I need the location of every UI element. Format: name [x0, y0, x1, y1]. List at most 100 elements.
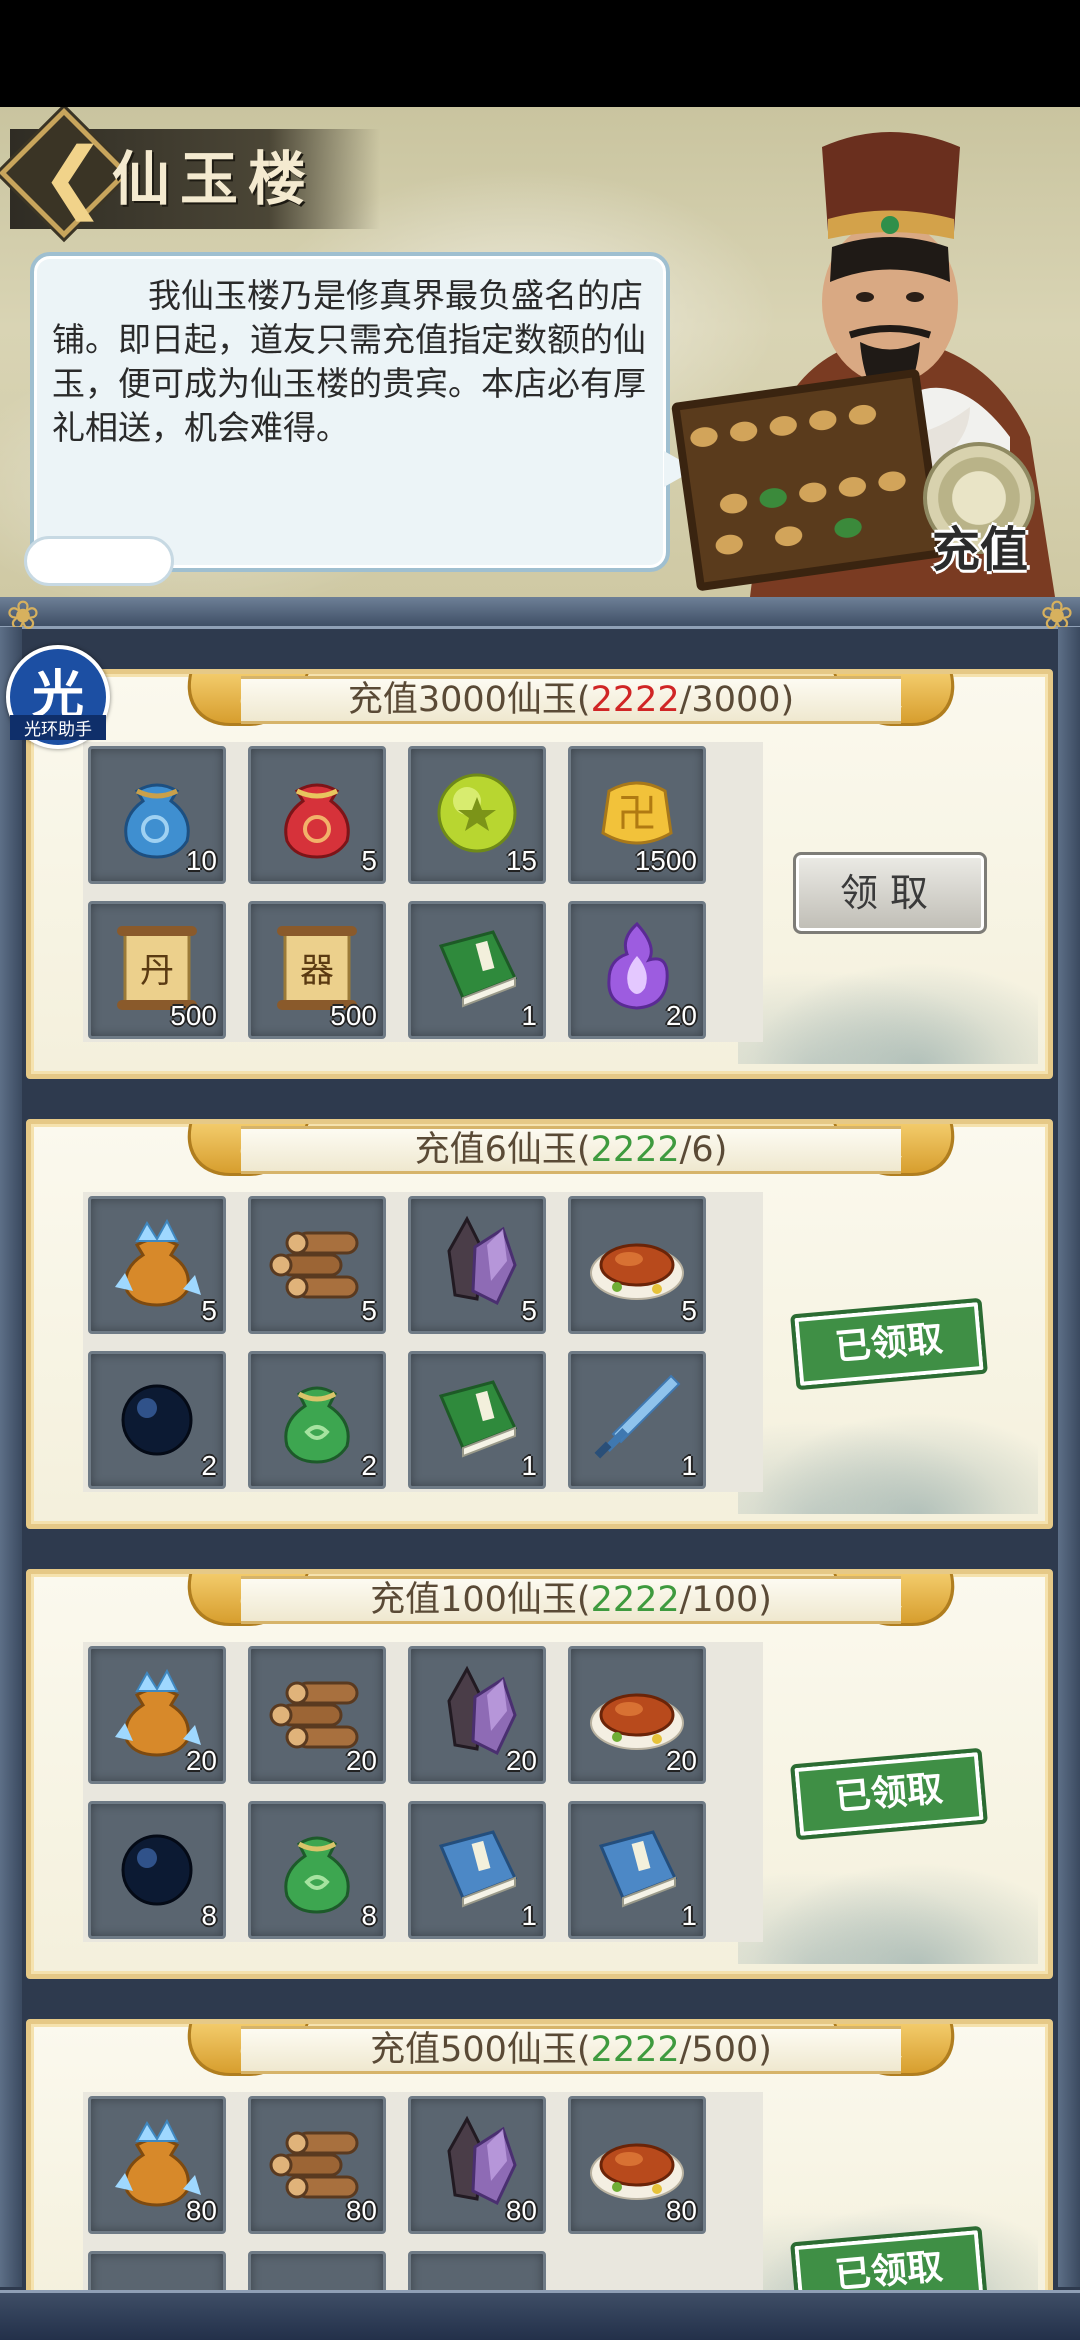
assistant-label[interactable]: 光环助手 — [10, 715, 106, 740]
item-count: 5 — [521, 1295, 537, 1326]
status-bar — [0, 0, 1080, 107]
item-count: 5 — [361, 845, 377, 876]
tier-title-prefix: 充值100仙玉( — [370, 1580, 591, 1620]
reward-item-slot[interactable]: 卍 1500 — [568, 746, 706, 884]
dark-orb-icon[interactable] — [107, 1366, 207, 1466]
item-count: 15 — [505, 845, 537, 876]
blue-book-icon[interactable] — [587, 1816, 687, 1916]
tier-title: 充值500仙玉(2222/500) — [241, 2026, 901, 2074]
item-count: 5 — [201, 1295, 217, 1326]
item-count: 20 — [665, 1000, 697, 1031]
item-count: 1 — [521, 1000, 537, 1031]
item-count: 1 — [521, 1900, 537, 1931]
reward-item-slot[interactable]: 5 — [248, 1196, 386, 1334]
reward-item-slot[interactable]: 80 — [568, 2096, 706, 2234]
item-count: 2 — [201, 1450, 217, 1481]
reward-item-slot[interactable]: 1 — [568, 1351, 706, 1489]
chevron-left-icon[interactable]: ❮ — [38, 137, 108, 217]
assistant-floating-button[interactable]: 光 光环助手 — [6, 645, 110, 749]
tier-progress-current: 2222 — [590, 1130, 680, 1170]
claimed-stamp: 已领取 — [790, 1747, 988, 1841]
item-count: 80 — [505, 2195, 537, 2226]
tier-progress-current: 2222 — [590, 680, 680, 720]
reward-item-slot[interactable]: 5 — [88, 1196, 226, 1334]
blue-sword-icon[interactable] — [587, 1366, 687, 1466]
reward-item-slot[interactable]: 5 — [248, 746, 386, 884]
item-count: 80 — [185, 2195, 217, 2226]
recharge-label[interactable]: 充值 — [905, 510, 1055, 580]
reward-item-slot[interactable]: 20 — [408, 1646, 546, 1784]
reward-item-slot[interactable]: 5 — [568, 1196, 706, 1334]
roast-duck-icon[interactable] — [587, 1211, 687, 1311]
frame-bottom — [0, 2290, 1080, 2340]
tier-title-prefix: 充值3000仙玉( — [347, 680, 591, 720]
reward-item-slot[interactable]: 8 — [248, 1801, 386, 1939]
reward-item-slot[interactable]: 80 — [88, 2096, 226, 2234]
reward-item-slot[interactable]: 10 — [88, 746, 226, 884]
reward-item-slot[interactable]: 5 — [408, 1196, 546, 1334]
reward-item-slot[interactable]: 80 — [248, 2096, 386, 2234]
reward-item-slot[interactable]: 1 — [408, 1801, 546, 1939]
item-count: 1 — [521, 1450, 537, 1481]
item-count: 1500 — [634, 845, 697, 876]
item-count: 20 — [345, 1745, 377, 1776]
reward-item-slot[interactable]: 2 — [248, 1351, 386, 1489]
frame-right — [1058, 627, 1080, 2287]
reward-item-slot[interactable]: 20 — [88, 1646, 226, 1784]
tier-banner: 充值500仙玉(2222/500) — [169, 2024, 973, 2078]
purple-crystal-icon[interactable] — [427, 1211, 527, 1311]
claim-button[interactable]: 领取 — [793, 852, 987, 934]
reward-item-slot[interactable]: 15 — [408, 746, 546, 884]
tier-progress-target: /3000) — [679, 680, 795, 720]
green-pouch-icon[interactable] — [267, 1366, 367, 1466]
crystal-bag-icon[interactable] — [107, 1211, 207, 1311]
reward-item-slot[interactable]: 20 — [248, 1646, 386, 1784]
reward-item-slot[interactable]: 1 — [408, 1351, 546, 1489]
tier-progress-current: 2222 — [590, 2030, 680, 2070]
reward-item-slot[interactable]: 器 500 — [248, 901, 386, 1039]
reward-item-slot[interactable]: 2 — [88, 1351, 226, 1489]
item-count: 1 — [681, 1450, 697, 1481]
item-count: 5 — [361, 1295, 377, 1326]
blue-book-icon[interactable] — [427, 1816, 527, 1916]
reward-item-slot[interactable] — [248, 2251, 386, 2290]
item-count: 20 — [665, 1745, 697, 1776]
item-count: 8 — [201, 1900, 217, 1931]
green-book-icon[interactable] — [427, 1366, 527, 1466]
tier-progress-target: /6) — [679, 1130, 728, 1170]
item-count: 500 — [330, 1000, 377, 1031]
tier-title-prefix: 充值6仙玉( — [414, 1130, 591, 1170]
green-pouch-icon[interactable] — [267, 1816, 367, 1916]
mountain-decoration — [738, 954, 1038, 1064]
svg-text:丹: 丹 — [140, 951, 174, 991]
reward-tier-card: 充值3000仙玉(2222/3000) 10 5 15 卍 1500 丹 500 器 500 1 20… — [26, 669, 1053, 1079]
abacus-icon — [670, 368, 946, 592]
cloud-icon — [24, 536, 174, 586]
reward-item-slot[interactable]: 80 — [408, 2096, 546, 2234]
recharge-button[interactable]: 充值 — [905, 442, 1065, 592]
wood-logs-icon[interactable] — [267, 1211, 367, 1311]
item-count: 2 — [361, 1450, 377, 1481]
item-count: 5 — [681, 1295, 697, 1326]
item-count: 1 — [681, 1900, 697, 1931]
reward-item-slot[interactable]: 1 — [408, 901, 546, 1039]
tier-progress-target: /500) — [679, 2030, 772, 2070]
mountain-decoration — [738, 1854, 1038, 1964]
frame-left — [0, 627, 22, 2287]
reward-list[interactable]: ❀ ❀ 充值3000仙玉(2222/3000) 10 5 15 卍 1500 丹 500 器 50… — [0, 597, 1080, 2290]
reward-item-slot[interactable]: 1 — [568, 1801, 706, 1939]
dark-orb-icon[interactable] — [107, 1816, 207, 1916]
tier-title: 充值100仙玉(2222/100) — [241, 1576, 901, 1624]
reward-item-slot[interactable]: 20 — [568, 901, 706, 1039]
red-pouch-icon[interactable] — [267, 761, 367, 861]
item-count: 20 — [185, 1745, 217, 1776]
reward-tier-card: 充值100仙玉(2222/100) 20 20 20 20 8 8 1 1 已领取 — [26, 1569, 1053, 1979]
reward-item-slot[interactable]: 丹 500 — [88, 901, 226, 1039]
tier-banner: 充值6仙玉(2222/6) — [169, 1124, 973, 1178]
reward-item-slot[interactable] — [88, 2251, 226, 2290]
green-book-icon[interactable] — [427, 916, 527, 1016]
reward-tier-card: 充值6仙玉(2222/6) 5 5 5 5 2 2 1 1 已领取 — [26, 1119, 1053, 1529]
reward-item-slot[interactable]: 8 — [88, 1801, 226, 1939]
reward-item-slot[interactable]: 20 — [568, 1646, 706, 1784]
reward-item-slot[interactable] — [408, 2251, 546, 2290]
